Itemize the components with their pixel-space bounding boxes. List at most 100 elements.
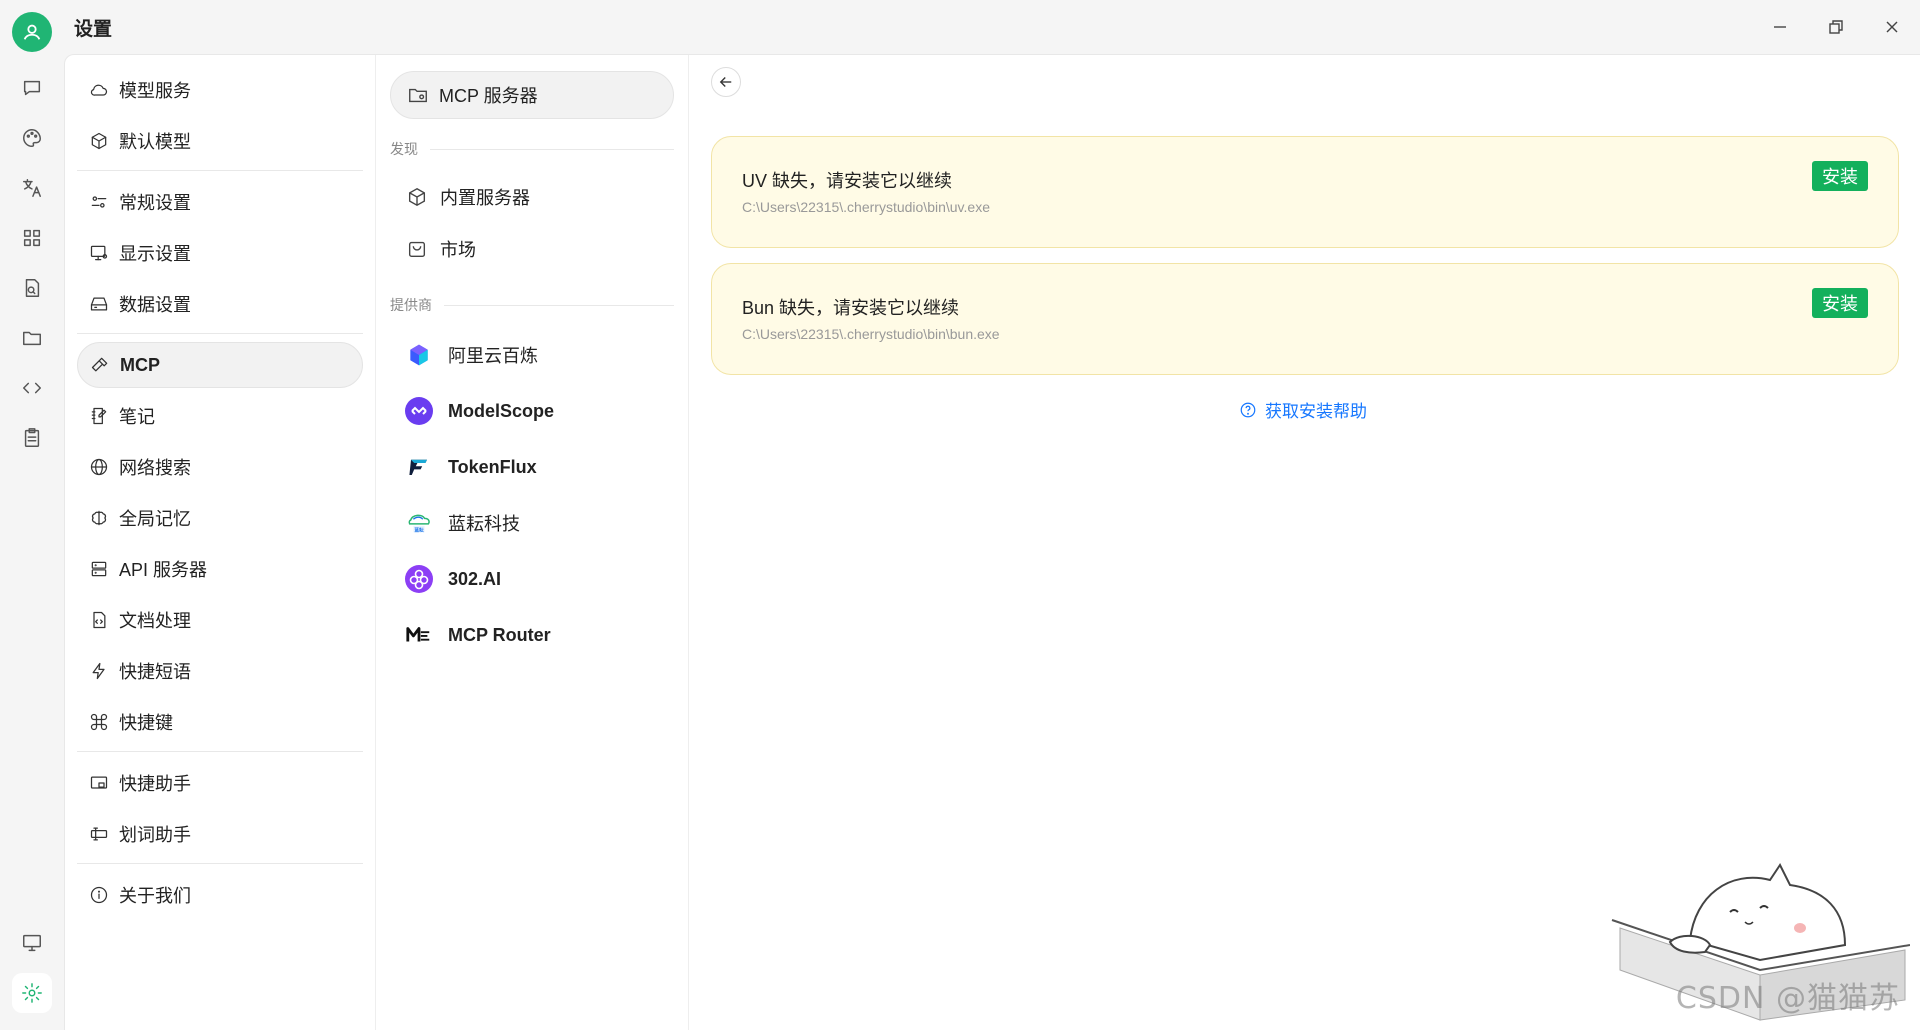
- market-item[interactable]: 市场: [390, 223, 674, 275]
- nav-label: 常规设置: [119, 193, 191, 213]
- help-circle-icon: [1240, 402, 1256, 417]
- nav-quick-assistant[interactable]: 快捷助手: [77, 760, 363, 806]
- code-icon: [23, 382, 41, 394]
- zap-icon: [92, 662, 105, 680]
- restore-button[interactable]: [1808, 0, 1864, 54]
- providers-group-label: 提供商: [390, 295, 674, 315]
- install-uv-button[interactable]: 安装: [1812, 161, 1868, 191]
- mcp-nav: MCP 服务器 发现 内置服务器 市场 提供商 阿里云百炼 ModelScope: [376, 55, 689, 1030]
- discover-group-label: 发现: [390, 139, 674, 159]
- nav-default-model[interactable]: 默认模型: [77, 118, 363, 164]
- mcp-item-label: 内置服务器: [440, 188, 530, 208]
- nav-label: 模型服务: [119, 81, 191, 101]
- nav-mcp[interactable]: MCP: [77, 342, 363, 388]
- nav-data[interactable]: 数据设置: [77, 281, 363, 327]
- nav-quick-phrases[interactable]: 快捷短语: [77, 648, 363, 694]
- minimize-button[interactable]: [1752, 0, 1808, 54]
- nav-selection-assistant[interactable]: 划词助手: [77, 811, 363, 857]
- app-rail: [0, 0, 64, 1030]
- clipboard-icon: [24, 428, 40, 447]
- divider: [77, 170, 363, 171]
- title-bar: 设置: [0, 0, 1920, 54]
- provider-302ai[interactable]: 302.AI: [390, 551, 674, 607]
- mcp-item-label: 市场: [440, 240, 476, 260]
- rail-chat[interactable]: [12, 68, 52, 108]
- divider: [77, 751, 363, 752]
- providers-label-text: 提供商: [390, 297, 432, 313]
- builtin-servers-item[interactable]: 内置服务器: [390, 171, 674, 223]
- bailian-logo-icon: [404, 340, 434, 370]
- discover-label-text: 发现: [390, 141, 418, 157]
- rail-files[interactable]: [12, 318, 52, 358]
- tokenflux-logo-icon: [404, 452, 434, 482]
- provider-mcp-router[interactable]: MCP Router: [390, 607, 674, 663]
- rail-translate[interactable]: [12, 168, 52, 208]
- info-icon: [90, 886, 108, 904]
- window-controls: [1752, 0, 1920, 54]
- divider: [77, 863, 363, 864]
- close-button[interactable]: [1864, 0, 1920, 54]
- rail-knowledge[interactable]: [12, 268, 52, 308]
- monitor-icon: [23, 934, 41, 952]
- nav-notes[interactable]: 笔记: [77, 393, 363, 439]
- nav-label: 文档处理: [119, 611, 191, 631]
- install-bun-button[interactable]: 安装: [1812, 288, 1868, 318]
- file-search-icon: [25, 279, 40, 297]
- user-icon: [23, 24, 41, 40]
- nav-memory[interactable]: 全局记忆: [77, 495, 363, 541]
- sliders-icon: [91, 196, 107, 208]
- nav-label: MCP: [120, 354, 160, 375]
- nav-api-server[interactable]: API 服务器: [77, 546, 363, 592]
- nav-general[interactable]: 常规设置: [77, 179, 363, 225]
- provider-bailian[interactable]: 阿里云百炼: [390, 327, 674, 383]
- restore-icon: [1829, 20, 1843, 34]
- divider: [77, 333, 363, 334]
- nav-label: 关于我们: [119, 886, 191, 906]
- back-button[interactable]: [711, 67, 741, 97]
- text-cursor-icon: [90, 827, 108, 841]
- file-code-icon: [93, 611, 106, 629]
- nav-label: 数据设置: [119, 295, 191, 315]
- nav-label: 默认模型: [119, 132, 191, 152]
- rail-settings[interactable]: [12, 973, 52, 1013]
- shopping-bag-icon: [408, 241, 426, 258]
- chat-icon: [23, 80, 41, 96]
- bun-missing-card: Bun 缺失，请安装它以继续 C:\Users\22315\.cherrystu…: [711, 263, 1899, 375]
- grid-icon: [23, 229, 41, 247]
- avatar[interactable]: [12, 12, 52, 52]
- arrow-left-icon: [719, 77, 732, 87]
- nav-shortcuts[interactable]: 快捷键: [77, 699, 363, 745]
- rail-display[interactable]: [12, 923, 52, 963]
- nav-model-service[interactable]: 模型服务: [77, 67, 363, 113]
- provider-modelscope[interactable]: ModelScope: [390, 383, 674, 439]
- rail-agents[interactable]: [12, 118, 52, 158]
- nav-label: 快捷助手: [119, 774, 191, 794]
- nav-web-search[interactable]: 网络搜索: [77, 444, 363, 490]
- nav-label: 划词助手: [119, 825, 191, 845]
- uv-missing-card: UV 缺失，请安装它以继续 C:\Users\22315\.cherrystud…: [711, 136, 1899, 248]
- nav-label: 全局记忆: [119, 509, 191, 529]
- provider-lanyun[interactable]: 蓝耘 蓝耘科技: [390, 495, 674, 551]
- help-link-label: 获取安装帮助: [1265, 402, 1367, 421]
- warning-title: UV 缺失，请安装它以继续: [742, 171, 953, 191]
- mcp-servers-label: MCP 服务器: [439, 86, 538, 106]
- server-icon: [91, 561, 107, 577]
- nav-about[interactable]: 关于我们: [77, 872, 363, 918]
- nav-label: 显示设置: [119, 244, 191, 264]
- nav-display[interactable]: 显示设置: [77, 230, 363, 276]
- provider-label: 蓝耘科技: [448, 514, 520, 534]
- rail-notes[interactable]: [12, 418, 52, 458]
- nav-doc-processing[interactable]: 文档处理: [77, 597, 363, 643]
- rail-apps[interactable]: [12, 218, 52, 258]
- globe-icon: [90, 458, 108, 476]
- provider-tokenflux[interactable]: TokenFlux: [390, 439, 674, 495]
- install-help-link[interactable]: 获取安装帮助: [1239, 397, 1367, 422]
- gear-icon: [22, 983, 42, 1003]
- settings-nav: 模型服务 默认模型 常规设置 显示设置 数据设置 MCP 笔记 网络搜索 全局记…: [65, 55, 376, 1030]
- provider-label: 302.AI: [448, 568, 502, 589]
- drive-icon: [90, 297, 108, 311]
- mcp-servers-tab[interactable]: MCP 服务器: [390, 71, 674, 119]
- cube-icon: [408, 187, 426, 207]
- rail-code[interactable]: [12, 368, 52, 408]
- provider-label: MCP Router: [448, 624, 551, 645]
